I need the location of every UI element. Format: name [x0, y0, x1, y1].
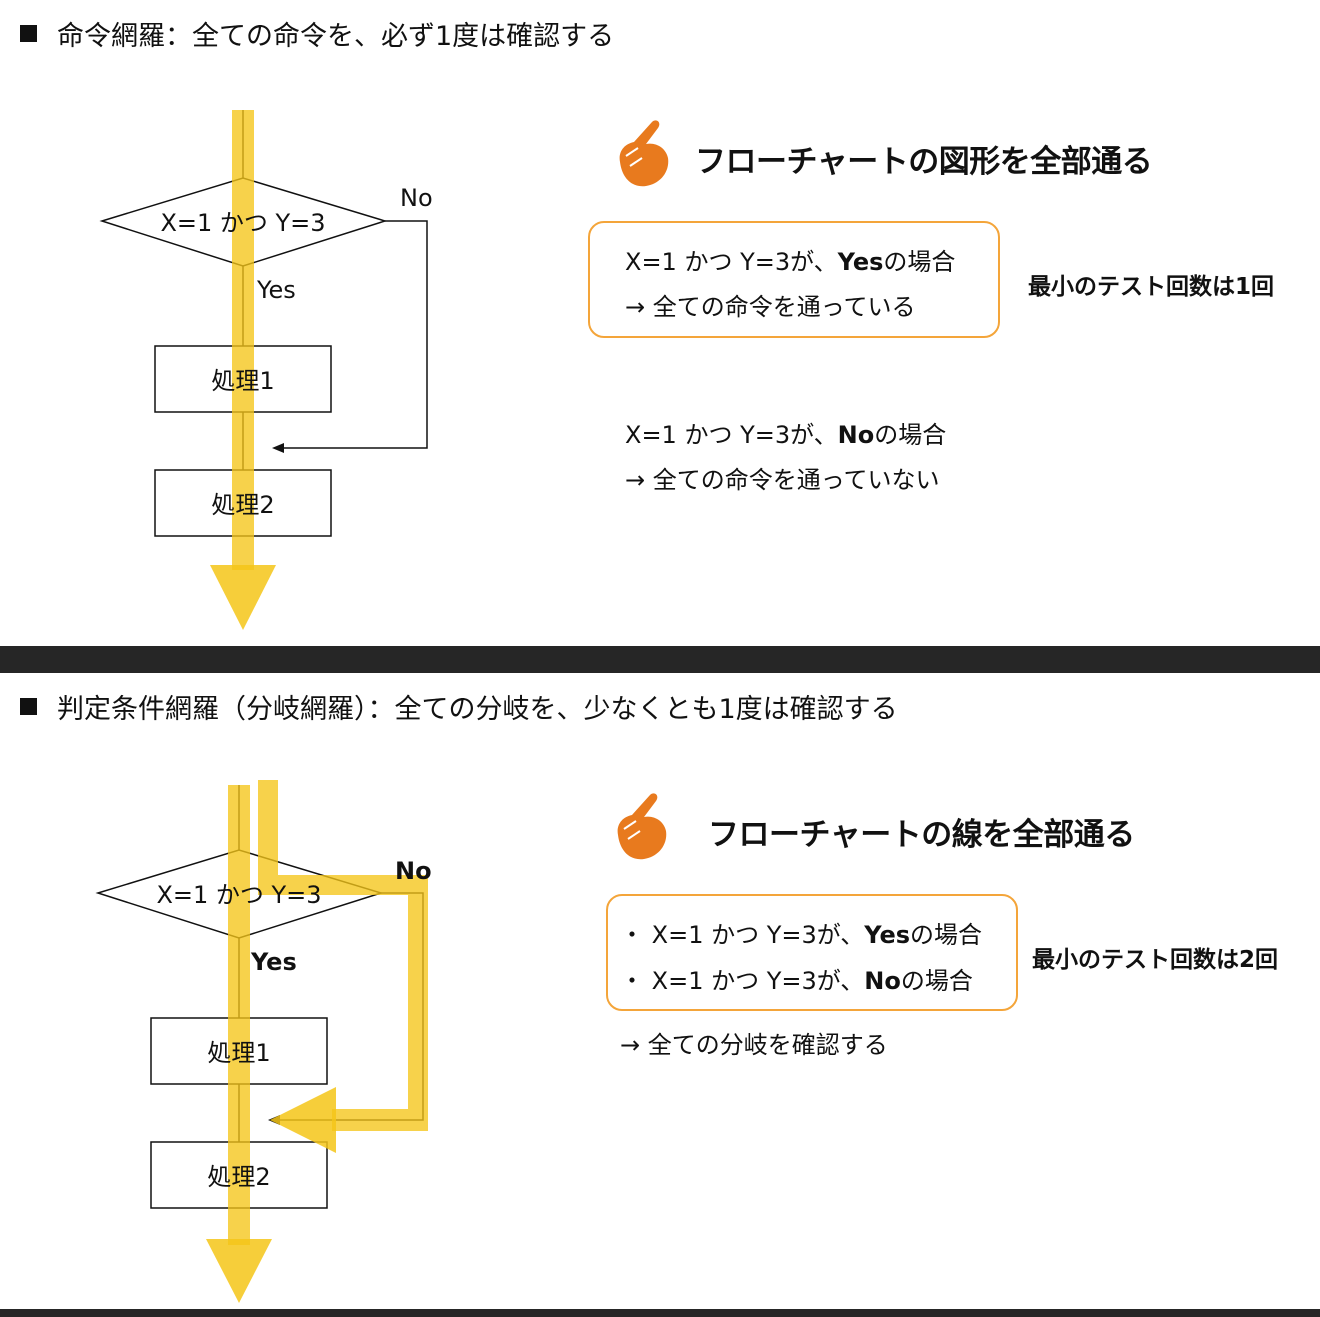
no-case-result: → 全ての命令を通っていない	[625, 466, 940, 494]
highlight-no-path-down	[408, 895, 428, 1131]
arrow-down-icon	[210, 565, 276, 630]
highlight-no-path-top	[258, 780, 278, 875]
flowchart: X=1 かつ Y=3 No Yes 処理1 処理2	[99, 110, 433, 630]
process2-label: 処理2	[211, 491, 274, 519]
bottom-border	[0, 1309, 1320, 1317]
pointing-hand-icon	[617, 793, 667, 860]
result-line: → 全ての分岐を確認する	[620, 1031, 888, 1059]
section-divider	[0, 646, 1320, 673]
condition-text: X=1 かつ Y=3	[160, 209, 325, 237]
process1-label: 処理1	[207, 1039, 270, 1067]
yes-label: Yes	[250, 948, 297, 976]
flow-line-no	[282, 220, 428, 449]
case-item: ・ X=1 かつ Y=3が、Yesの場合	[620, 921, 983, 949]
statement-coverage-section: 命令網羅：全ての命令を、必ず1度は確認する X=1 かつ Y=3 No Yes …	[0, 0, 1320, 646]
process1-label: 処理1	[211, 367, 274, 395]
process2-label: 処理2	[207, 1163, 270, 1191]
condition-text: X=1 かつ Y=3	[156, 881, 321, 909]
section-title: フローチャートの線を全部通る	[708, 817, 1135, 853]
pointing-hand-icon	[619, 120, 669, 187]
case-item: ・ X=1 かつ Y=3が、Noの場合	[620, 967, 973, 995]
section-title: フローチャートの図形を全部通る	[695, 144, 1153, 180]
flow-line-no	[278, 892, 424, 1121]
arrow-down-icon	[206, 1239, 272, 1303]
highlight-no-path-left	[332, 1109, 408, 1131]
branch-coverage-section: 判定条件網羅（分岐網羅）：全ての分岐を、少なくとも1度は確認する X=1 かつ …	[0, 673, 1320, 1309]
yes-case-line: X=1 かつ Y=3が、Yesの場合	[625, 248, 956, 276]
min-tests-note: 最小のテスト回数は2回	[1032, 947, 1279, 973]
yes-label: Yes	[256, 276, 296, 304]
flowchart: X=1 かつ Y=3 No Yes 処理1 処理2	[95, 780, 432, 1303]
no-arrow-head	[272, 443, 284, 453]
no-case-line: X=1 かつ Y=3が、Noの場合	[625, 421, 947, 449]
no-label: No	[395, 857, 432, 885]
min-tests-note: 最小のテスト回数は1回	[1028, 274, 1275, 300]
yes-case-result: → 全ての命令を通っている	[625, 293, 916, 321]
no-label: No	[400, 184, 433, 212]
